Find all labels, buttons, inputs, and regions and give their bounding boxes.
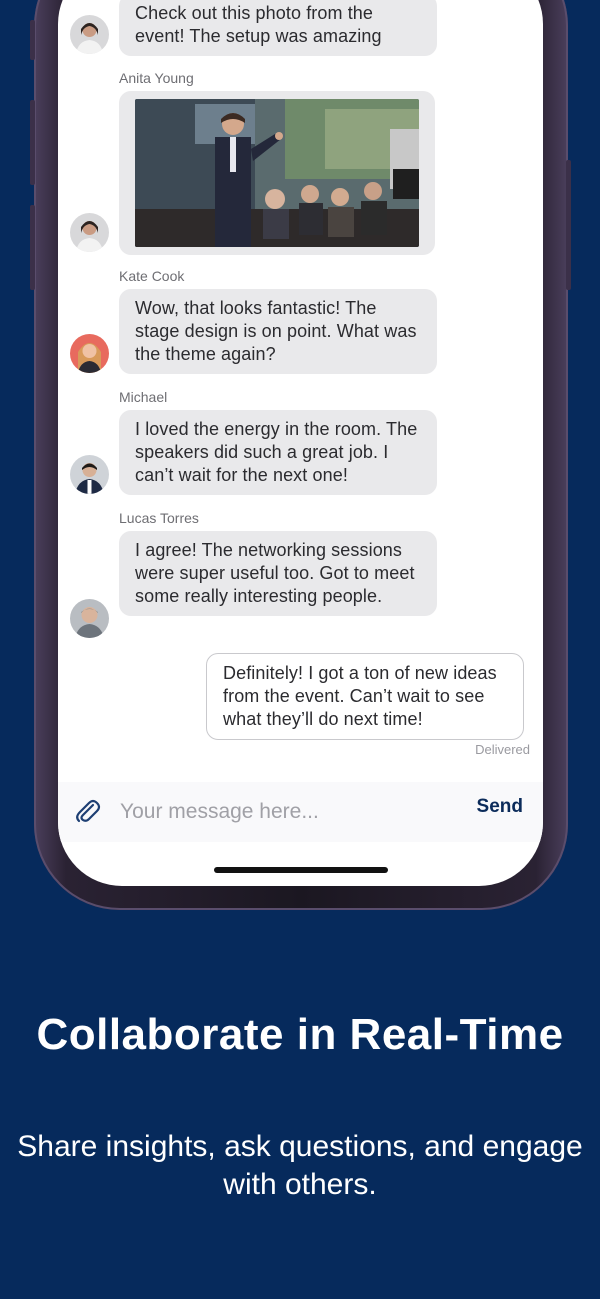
avatar[interactable] — [70, 15, 109, 54]
paperclip-icon[interactable] — [72, 796, 102, 826]
outgoing-message-bubble: Definitely! I got a ton of new ideas fro… — [206, 653, 524, 740]
message-author: Kate Cook — [119, 268, 185, 284]
message-bubble: Wow, that looks fantastic! The stage des… — [119, 289, 437, 374]
photo-message-bubble[interactable] — [119, 91, 435, 255]
message-bubble: I agree! The networking sessions were su… — [119, 531, 437, 616]
phone-screen: Check out this photo from the event! The… — [58, 0, 543, 886]
message-text: I agree! The networking sessions were su… — [135, 540, 415, 606]
phone-volume-up — [30, 100, 35, 185]
phone-volume-down — [30, 205, 35, 290]
message-text: I loved the energy in the room. The spea… — [135, 419, 418, 485]
message-text: Check out this photo from the event! The… — [135, 3, 382, 46]
message-bubble: Check out this photo from the event! The… — [119, 0, 437, 56]
avatar[interactable] — [70, 599, 109, 638]
conference-photo[interactable] — [135, 99, 419, 247]
message-text: Wow, that looks fantastic! The stage des… — [135, 298, 417, 364]
phone-power-button — [566, 160, 571, 290]
promo-subtitle: Share insights, ask questions, and engag… — [17, 1130, 583, 1201]
message-bubble: I loved the energy in the room. The spea… — [119, 410, 437, 495]
message-author: Anita Young — [119, 70, 194, 86]
delivery-status: Delivered — [475, 742, 530, 757]
avatar[interactable] — [70, 334, 109, 373]
avatar[interactable] — [70, 213, 109, 252]
message-composer: Send — [58, 782, 543, 842]
avatar[interactable] — [70, 455, 109, 494]
home-indicator — [214, 867, 388, 873]
promo-title: Collaborate in Real-Time — [36, 1010, 564, 1059]
message-text: Definitely! I got a ton of new ideas fro… — [223, 663, 497, 729]
message-author: Michael — [119, 389, 168, 405]
send-button[interactable]: Send — [477, 796, 523, 818]
phone-side-button — [30, 20, 35, 60]
message-input[interactable] — [120, 796, 460, 828]
message-author: Lucas Torres — [119, 510, 199, 526]
